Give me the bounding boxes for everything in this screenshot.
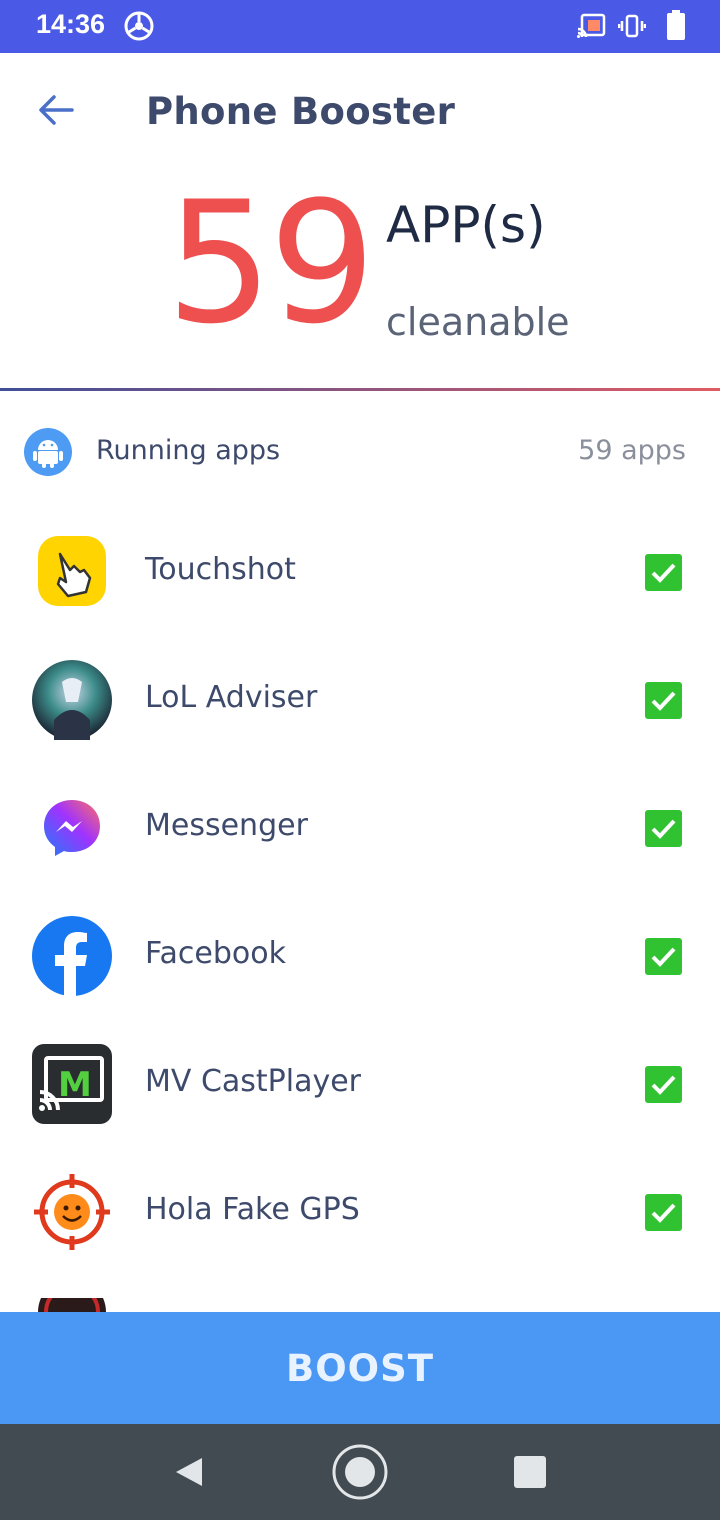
nav-recents-icon[interactable]: [514, 1456, 546, 1488]
list-item[interactable]: Messenger: [0, 764, 720, 892]
vibrate-icon: [618, 14, 646, 38]
checkbox[interactable]: [645, 1066, 682, 1103]
app-name: Hola Fake GPS: [145, 1192, 360, 1227]
lol-adviser-icon: [32, 660, 112, 740]
app-name: LoL Adviser: [145, 680, 318, 715]
svg-text:M: M: [58, 1065, 92, 1105]
app-name: Touchshot: [145, 552, 296, 587]
facebook-icon: [32, 916, 112, 996]
count-unit: APP(s): [386, 196, 546, 254]
checkbox[interactable]: [645, 682, 682, 719]
page-title: Phone Booster: [146, 90, 456, 133]
section-count: 59 apps: [578, 435, 686, 466]
divider: [0, 388, 720, 391]
status-bar: 14:36: [0, 0, 720, 53]
cleanable-count: 59: [166, 165, 376, 361]
boost-button[interactable]: BOOST: [0, 1312, 720, 1424]
list-item[interactable]: Touchshot: [0, 508, 720, 636]
list-item[interactable]: LoL Adviser: [0, 636, 720, 764]
nav-back-icon[interactable]: [172, 1454, 208, 1490]
app-name: MV CastPlayer: [145, 1064, 362, 1099]
mv-castplayer-icon: M: [32, 1044, 112, 1124]
checkbox[interactable]: [645, 938, 682, 975]
touchshot-icon: [38, 536, 106, 606]
status-time: 14:36: [36, 9, 106, 39]
app-name: Messenger: [145, 808, 308, 843]
battery-icon: [667, 10, 685, 40]
list-item[interactable]: M MV CastPlayer: [0, 1020, 720, 1148]
nav-home-icon[interactable]: [330, 1442, 390, 1502]
back-button[interactable]: [36, 90, 76, 130]
app-notification-icon: [124, 11, 154, 41]
section-label: Running apps: [96, 435, 281, 466]
list-item[interactable]: Hola Fake GPS: [0, 1148, 720, 1276]
partial-app-icon: [38, 1298, 106, 1312]
checkbox[interactable]: [645, 810, 682, 847]
messenger-icon: [44, 800, 100, 856]
checkbox[interactable]: [645, 1194, 682, 1231]
checkbox[interactable]: [645, 554, 682, 591]
navigation-bar: [0, 1424, 720, 1520]
app-name: Facebook: [145, 936, 286, 971]
count-caption: cleanable: [386, 300, 570, 344]
android-icon: [24, 428, 72, 476]
list-item[interactable]: Facebook: [0, 892, 720, 1020]
hola-fake-gps-icon: [34, 1174, 110, 1250]
cast-icon: [577, 13, 606, 38]
